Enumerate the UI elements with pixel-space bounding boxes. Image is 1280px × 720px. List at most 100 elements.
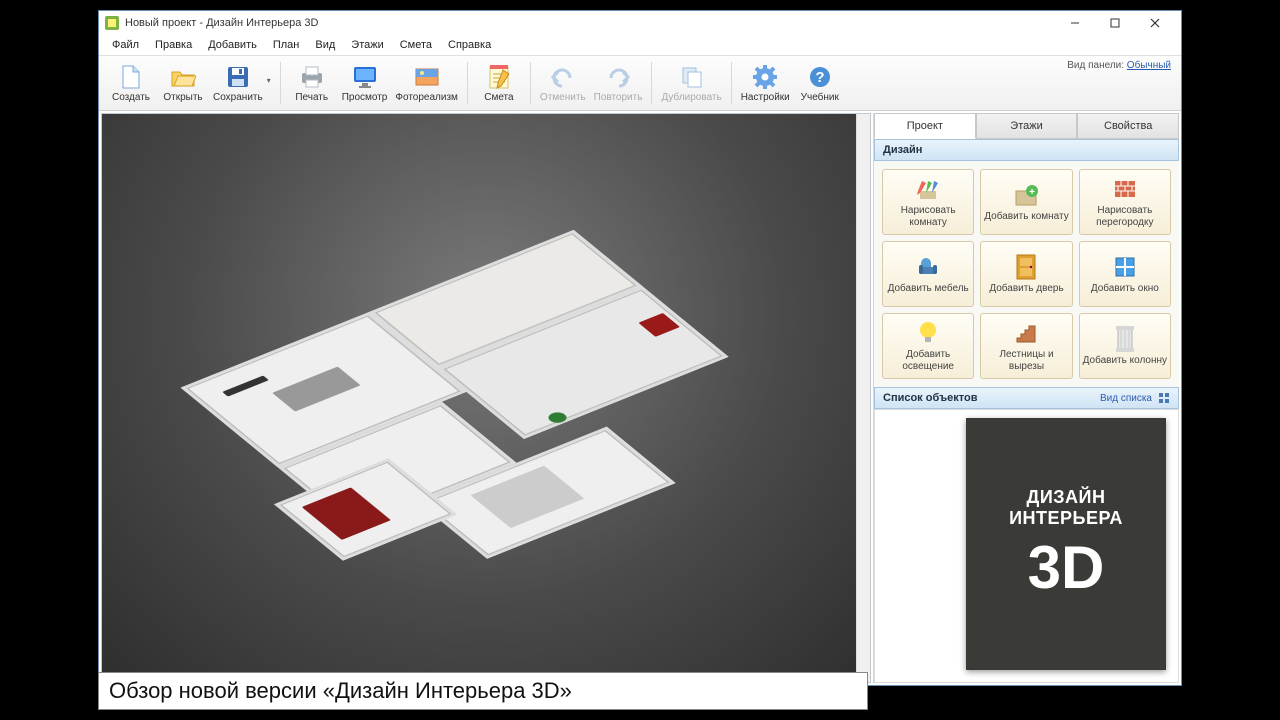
stairs-label: Лестницы и вырезы — [983, 349, 1069, 372]
undo-icon — [550, 64, 576, 90]
app-window: Новый проект - Дизайн Интерьера 3D Файл … — [98, 10, 1182, 686]
tutorial-button[interactable]: ? Учебник — [794, 62, 846, 105]
side-panel: Проект Этажи Свойства Дизайн Нарисовать … — [873, 113, 1179, 683]
menu-add[interactable]: Добавить — [201, 37, 264, 53]
panel-mode-label: Вид панели: — [1067, 60, 1124, 71]
gear-icon — [752, 64, 778, 90]
add-light-label: Добавить освещение — [885, 349, 971, 372]
estimate-label: Смета — [484, 92, 513, 103]
video-caption: Обзор новой версии «Дизайн Интерьера 3D» — [98, 672, 868, 710]
promo-line1: ДИЗАЙН — [1027, 487, 1106, 508]
help-icon: ? — [807, 64, 833, 90]
new-file-icon — [118, 64, 144, 90]
lightbulb-icon — [915, 320, 941, 346]
svg-text:+: + — [1030, 187, 1036, 198]
undo-label: Отменить — [540, 92, 586, 103]
toolbar-sep-2 — [467, 62, 468, 104]
objects-section-header: Список объектов Вид списка — [874, 387, 1179, 409]
save-dropdown-icon[interactable]: ▾ — [267, 76, 275, 85]
panel-mode: Вид панели: Обычный — [1067, 60, 1171, 71]
add-furniture-button[interactable]: Добавить мебель — [882, 241, 974, 307]
add-window-button[interactable]: Добавить окно — [1079, 241, 1171, 307]
menu-estimate[interactable]: Смета — [393, 37, 439, 53]
preview-button[interactable]: Просмотр — [338, 62, 392, 105]
redo-button[interactable]: Повторить — [590, 62, 647, 105]
tab-project[interactable]: Проект — [874, 113, 976, 139]
settings-label: Настройки — [741, 92, 790, 103]
objects-list[interactable]: ДИЗАЙН ИНТЕРЬЕРА 3D — [874, 409, 1179, 683]
notepad-icon — [486, 64, 512, 90]
stairs-icon — [1013, 320, 1039, 346]
open-button[interactable]: Открыть — [157, 62, 209, 105]
draw-partition-label: Нарисовать перегородку — [1082, 205, 1168, 228]
toolbar-sep-5 — [731, 62, 732, 104]
side-tabs: Проект Этажи Свойства — [874, 113, 1179, 139]
list-view-icon[interactable] — [1158, 392, 1170, 404]
create-button[interactable]: Создать — [105, 62, 157, 105]
viewport-3d[interactable] — [101, 113, 871, 683]
monitor-icon — [352, 64, 378, 90]
main-area: Проект Этажи Свойства Дизайн Нарисовать … — [99, 111, 1181, 685]
add-door-button[interactable]: Добавить дверь — [980, 241, 1072, 307]
toolbar-sep-3 — [530, 62, 531, 104]
add-column-button[interactable]: Добавить колонну — [1079, 313, 1171, 379]
menu-view[interactable]: Вид — [308, 37, 342, 53]
viewport-scrollbar[interactable] — [856, 114, 870, 682]
panel-mode-link[interactable]: Обычный — [1127, 60, 1171, 71]
caption-text: Обзор новой версии «Дизайн Интерьера 3D» — [109, 678, 572, 704]
design-section-header: Дизайн — [874, 139, 1179, 161]
titlebar: Новый проект - Дизайн Интерьера 3D — [99, 11, 1181, 35]
app-icon — [105, 16, 119, 30]
preview-label: Просмотр — [342, 92, 388, 103]
add-furniture-label: Добавить мебель — [888, 283, 969, 295]
print-label: Печать — [295, 92, 328, 103]
save-icon — [225, 64, 251, 90]
menu-file[interactable]: Файл — [105, 37, 146, 53]
design-header-label: Дизайн — [883, 144, 922, 156]
door-icon — [1013, 254, 1039, 280]
toolbar: Создать Открыть Сохранить ▾ Печать Просм… — [99, 55, 1181, 111]
minimize-button[interactable] — [1055, 12, 1095, 34]
settings-button[interactable]: Настройки — [737, 62, 794, 105]
draw-partition-button[interactable]: Нарисовать перегородку — [1079, 169, 1171, 235]
objects-viewmode-link[interactable]: Вид списка — [1100, 393, 1152, 404]
brick-wall-icon — [1112, 176, 1138, 202]
window-icon — [1112, 254, 1138, 280]
add-light-button[interactable]: Добавить освещение — [882, 313, 974, 379]
add-room-label: Добавить комнату — [984, 211, 1068, 223]
menu-help[interactable]: Справка — [441, 37, 498, 53]
create-label: Создать — [112, 92, 150, 103]
render-icon — [414, 64, 440, 90]
menu-edit[interactable]: Правка — [148, 37, 199, 53]
estimate-button[interactable]: Смета — [473, 62, 525, 105]
maximize-button[interactable] — [1095, 12, 1135, 34]
tutorial-label: Учебник — [801, 92, 839, 103]
window-title: Новый проект - Дизайн Интерьера 3D — [125, 17, 1055, 29]
print-button[interactable]: Печать — [286, 62, 338, 105]
undo-button[interactable]: Отменить — [536, 62, 590, 105]
save-label: Сохранить — [213, 92, 263, 103]
tab-floors[interactable]: Этажи — [976, 113, 1078, 139]
printer-icon — [299, 64, 325, 90]
armchair-icon — [915, 254, 941, 280]
add-door-label: Добавить дверь — [989, 283, 1063, 295]
menu-floors[interactable]: Этажи — [344, 37, 390, 53]
objects-header-label: Список объектов — [883, 392, 977, 404]
toolbar-sep-4 — [651, 62, 652, 104]
draw-room-button[interactable]: Нарисовать комнату — [882, 169, 974, 235]
menu-plan[interactable]: План — [266, 37, 307, 53]
photoreal-label: Фотореализм — [395, 92, 458, 103]
add-room-button[interactable]: + Добавить комнату — [980, 169, 1072, 235]
close-button[interactable] — [1135, 12, 1175, 34]
photoreal-button[interactable]: Фотореализм — [391, 62, 462, 105]
duplicate-button[interactable]: Дублировать — [657, 62, 725, 105]
tab-properties[interactable]: Свойства — [1077, 113, 1179, 139]
save-button[interactable]: Сохранить — [209, 62, 267, 105]
menubar: Файл Правка Добавить План Вид Этажи Смет… — [99, 35, 1181, 55]
stairs-button[interactable]: Лестницы и вырезы — [980, 313, 1072, 379]
duplicate-icon — [679, 64, 705, 90]
promo-line2: ИНТЕРЬЕРА — [1009, 508, 1123, 529]
design-grid: Нарисовать комнату + Добавить комнату На… — [874, 161, 1179, 387]
add-window-label: Добавить окно — [1091, 283, 1159, 295]
open-label: Открыть — [163, 92, 202, 103]
